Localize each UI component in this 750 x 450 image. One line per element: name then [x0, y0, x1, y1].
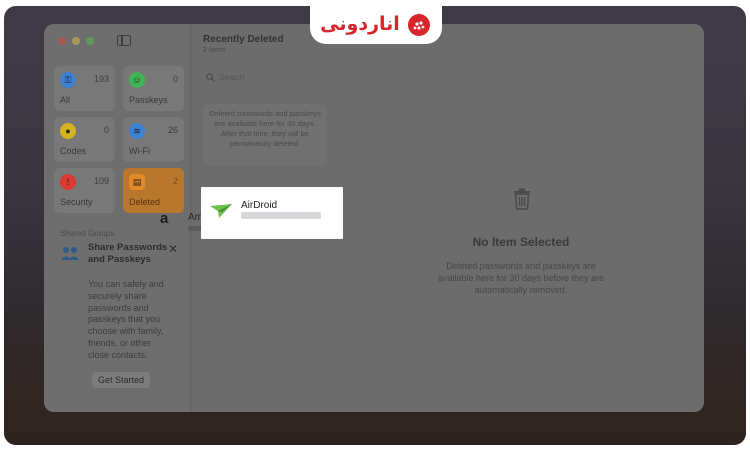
zoom-window-button[interactable]	[86, 37, 94, 45]
tile-passkeys[interactable]: ☺ 0 Passkeys	[123, 66, 184, 111]
search-placeholder: Search	[219, 72, 245, 82]
tile-label: Codes	[60, 146, 87, 156]
passwords-app-window: ⚿ 193 All ☺ 0 Passkeys ● 0 Codes ≋ 26 Wi…	[44, 24, 704, 412]
tile-wifi[interactable]: ≋ 26 Wi-Fi	[123, 117, 184, 162]
brand-logo: اناردونی	[310, 4, 442, 44]
tile-label: All	[60, 95, 71, 105]
tile-codes[interactable]: ● 0 Codes	[54, 117, 115, 162]
close-icon[interactable]: ✕	[168, 242, 178, 256]
list-item-name: AirDroid	[241, 200, 278, 211]
category-tiles: ⚿ 193 All ☺ 0 Passkeys ● 0 Codes ≋ 26 Wi…	[54, 66, 184, 213]
detail-pane: No Item Selected Deleted passwords and p…	[338, 24, 704, 412]
trash-icon	[514, 188, 530, 210]
tile-security[interactable]: ! 109 Security	[54, 168, 115, 213]
wifi-icon: ≋	[129, 123, 145, 139]
close-window-button[interactable]	[58, 37, 66, 45]
shared-groups-heading: Shared Groups	[60, 229, 115, 238]
minimize-window-button[interactable]	[72, 37, 80, 45]
person-key-icon: ☺	[129, 72, 145, 88]
list-title: Recently Deleted	[203, 34, 284, 45]
tile-deleted[interactable]: ▤ 2 Deleted	[123, 168, 184, 213]
trash-icon: ▤	[129, 174, 145, 190]
pomegranate-icon	[407, 13, 430, 36]
no-item-description: Deleted passwords and passkeys are avail…	[437, 261, 605, 295]
tile-count: 193	[93, 74, 109, 84]
people-icon	[61, 247, 79, 260]
deleted-info-note: Deleted passwords and passkeys are avail…	[203, 104, 327, 166]
get-started-button[interactable]: Get Started	[92, 372, 151, 388]
brand-name: اناردونی	[320, 13, 400, 35]
key-icon: ⚿	[60, 72, 76, 88]
tile-count: 26	[167, 125, 178, 135]
tile-label: Security	[60, 197, 93, 207]
tile-count: 109	[93, 176, 109, 186]
lock-icon: ●	[60, 123, 76, 139]
window-controls	[58, 37, 94, 45]
tile-all[interactable]: ⚿ 193 All	[54, 66, 115, 111]
share-card-heading: Share Passwords and Passkeys	[88, 242, 168, 265]
tile-count: 0	[172, 74, 178, 84]
list-item-selected[interactable]: AirDroid	[201, 187, 343, 239]
sidebar-toggle-icon[interactable]	[117, 35, 131, 46]
share-passwords-card: ✕ Share Passwords and Passkeys You can s…	[56, 242, 182, 400]
tile-count: 0	[103, 125, 109, 135]
item-count: 2 items	[203, 47, 226, 54]
tile-label: Wi-Fi	[129, 146, 150, 156]
no-item-title: No Item Selected	[472, 235, 570, 249]
tile-label: Deleted	[129, 197, 161, 207]
amazon-logo-icon: a	[160, 210, 169, 227]
share-card-body: You can safely and securely share passwo…	[88, 279, 164, 360]
tile-label: Passkeys	[129, 95, 168, 105]
exclamation-icon: !	[60, 174, 76, 190]
search-icon	[206, 72, 215, 82]
search-field[interactable]: Search	[202, 69, 328, 85]
blurred-username	[241, 212, 321, 219]
airdroid-icon	[210, 204, 232, 218]
tile-count: 2	[172, 176, 178, 186]
